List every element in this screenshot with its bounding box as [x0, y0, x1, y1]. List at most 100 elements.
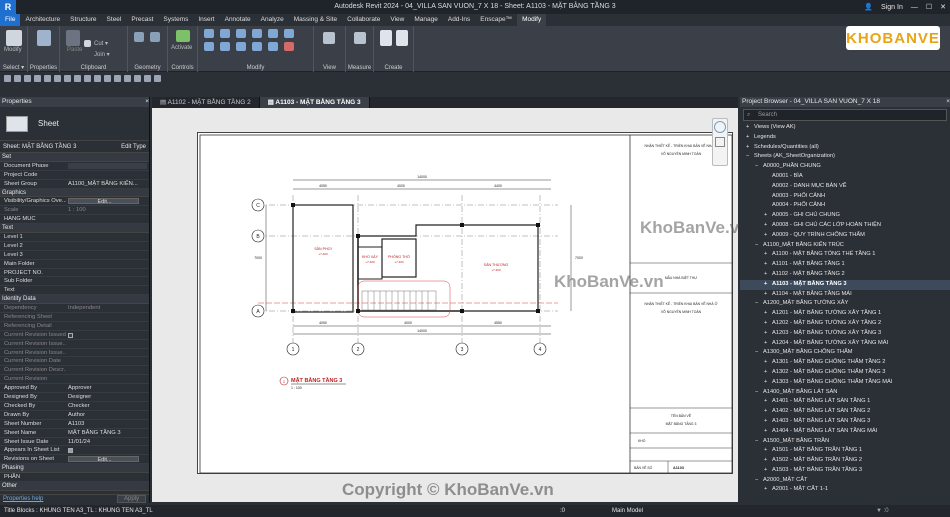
collapse-icon[interactable]: − — [755, 388, 763, 398]
property-value[interactable] — [66, 269, 149, 277]
redo-icon[interactable] — [44, 74, 51, 82]
expand-icon[interactable]: + — [764, 250, 772, 260]
minimize-icon[interactable]: — — [911, 4, 918, 11]
open-icon[interactable] — [4, 74, 11, 82]
expand-icon[interactable]: + — [746, 123, 754, 133]
menu-file[interactable]: File — [0, 14, 21, 26]
paste-icon[interactable] — [66, 30, 80, 46]
property-row[interactable]: Level 3 — [0, 251, 149, 260]
expand-icon[interactable]: + — [764, 368, 772, 378]
browser-item[interactable]: + A1401 - MẶT BẰNG LÁT SÀN TẦNG 1 — [740, 397, 950, 407]
menu-massing-site[interactable]: Massing & Site — [289, 14, 342, 26]
property-row[interactable]: Level 1 — [0, 233, 149, 242]
property-category[interactable]: Other — [0, 481, 149, 491]
modify-cursor-icon[interactable] — [6, 30, 22, 46]
expand-icon[interactable]: + — [764, 231, 772, 241]
browser-item[interactable]: + Schedules/Quantities (all) — [740, 143, 950, 153]
array-icon[interactable] — [236, 42, 246, 51]
menu-steel[interactable]: Steel — [102, 14, 127, 26]
browser-item[interactable]: + A1202 - MẶT BẰNG TƯỜNG XÂY TẦNG 2 — [740, 319, 950, 329]
project-browser-close-icon[interactable]: × — [946, 97, 950, 107]
collapse-icon[interactable]: − — [755, 476, 763, 486]
property-row[interactable]: Text — [0, 286, 149, 296]
filter-icon[interactable]: ▼ :0 — [876, 505, 889, 517]
property-row[interactable]: Document Phase — [0, 162, 149, 171]
3d-view-icon[interactable] — [104, 74, 111, 82]
property-row[interactable]: Current Revision Issued — [0, 331, 149, 340]
browser-item[interactable]: − A2000_MẶT CẮT — [740, 476, 950, 486]
sign-in-link[interactable]: Sign In — [881, 4, 903, 11]
section-icon[interactable] — [114, 74, 121, 82]
property-row[interactable]: Current Revision Date — [0, 357, 149, 367]
menu-collaborate[interactable]: Collaborate — [342, 14, 385, 26]
scale-icon[interactable] — [252, 42, 262, 51]
cope-icon[interactable] — [134, 32, 144, 42]
mirror-icon[interactable] — [236, 29, 246, 38]
menu-view[interactable]: View — [385, 14, 409, 26]
collapse-icon[interactable]: − — [755, 299, 763, 309]
steering-wheel-icon[interactable] — [714, 121, 726, 133]
property-value[interactable]: 1 : 100 — [66, 206, 149, 214]
select-dropdown[interactable]: Select ▾ — [0, 64, 27, 71]
browser-item[interactable]: + A2001 - MẶT CẮT 1-1 — [740, 485, 950, 495]
property-row[interactable]: Scale 1 : 100 — [0, 206, 149, 216]
property-row[interactable]: HANG MUC — [0, 215, 149, 225]
property-row[interactable]: Referencing Sheet — [0, 313, 149, 322]
paste-button[interactable]: Paste — [67, 47, 82, 53]
browser-item[interactable]: + A0009 - QUY TRÌNH CHỐNG THẤM — [740, 231, 950, 241]
activate-button[interactable]: Activate — [171, 45, 192, 51]
expand-icon[interactable]: + — [764, 211, 772, 221]
property-edit-button[interactable]: Edit... — [68, 456, 139, 463]
maximize-icon[interactable]: ☐ — [926, 3, 932, 11]
view-icon[interactable] — [323, 32, 335, 44]
expand-icon[interactable]: + — [764, 427, 772, 437]
property-row[interactable]: Referencing Detail — [0, 322, 149, 331]
browser-item[interactable]: − A1300_MẶT BẰNG CHỐNG THẤM — [740, 348, 950, 358]
type-selector[interactable]: Sheet — [0, 107, 149, 141]
browser-item[interactable]: + A1104 - MẶT BẰNG TẦNG MÁI — [740, 290, 950, 300]
status-model[interactable]: Main Model — [612, 505, 643, 517]
property-value[interactable] — [66, 357, 149, 365]
property-value[interactable] — [66, 322, 149, 330]
property-row[interactable]: Sheet Group A1100_MẶT BẰNG KIẾN... — [0, 180, 149, 189]
browser-item[interactable]: + A1302 - MẶT BẰNG CHỐNG THẤM TẦNG 3 — [740, 368, 950, 378]
property-category[interactable]: Graphics — [0, 188, 149, 198]
property-value[interactable] — [66, 215, 149, 223]
text-icon[interactable] — [94, 74, 101, 82]
property-row[interactable]: Current Revision Descr... — [0, 366, 149, 376]
properties-help-link[interactable]: Properties help — [3, 496, 43, 502]
browser-item[interactable]: A0004 - PHỐI CẢNH — [740, 201, 950, 211]
browser-item[interactable]: + A1404 - MẶT BẰNG LÁT SÀN TẦNG MÁI — [740, 427, 950, 437]
property-edit-button[interactable]: Edit... — [68, 198, 139, 205]
user-icon[interactable]: 👤 — [864, 3, 873, 11]
property-value[interactable]: Independent — [66, 304, 149, 312]
expand-icon[interactable]: + — [764, 407, 772, 417]
property-row[interactable]: Current Revision Issue... — [0, 349, 149, 358]
trim-icon[interactable] — [204, 42, 214, 51]
property-row[interactable]: Checked By Checker — [0, 402, 149, 411]
collapse-icon[interactable]: − — [746, 152, 754, 162]
property-row[interactable]: Sheet Name MẶT BẰNG TẦNG 3 — [0, 429, 149, 438]
property-row[interactable]: Sub Folder — [0, 277, 149, 287]
browser-item[interactable]: − A1200_MẶT BẰNG TƯỜNG XÂY — [740, 299, 950, 309]
property-row[interactable]: PHẦN — [0, 473, 149, 482]
property-value[interactable] — [66, 313, 149, 321]
expand-icon[interactable]: + — [764, 319, 772, 329]
browser-item[interactable]: − A1400_MẶT BẰNG LÁT SÀN — [740, 388, 950, 398]
property-checkbox[interactable] — [68, 332, 73, 338]
print-icon[interactable] — [54, 74, 61, 82]
property-value[interactable]: Checker — [66, 402, 149, 410]
create-group-icon[interactable] — [396, 30, 408, 46]
menu-architecture[interactable]: Architecture — [20, 14, 65, 26]
browser-item[interactable]: + A0005 - GHI CHÚ CHUNG — [740, 211, 950, 221]
browser-item[interactable]: A0003 - PHỐI CẢNH — [740, 192, 950, 202]
scissors-icon[interactable] — [84, 40, 91, 47]
properties-icon[interactable] — [37, 30, 51, 46]
drawing-canvas[interactable]: NHẬN THIẾT KẾ - TRIỂN KHAI BẢN VẼ NHÀ Ở … — [152, 108, 750, 502]
menu-enscape-[interactable]: Enscape™ — [475, 14, 517, 26]
expand-icon[interactable]: + — [764, 466, 772, 476]
browser-item[interactable]: + A1303 - MẶT BẰNG CHỐNG THẤM TẦNG MÁI — [740, 378, 950, 388]
view-tab[interactable]: ▤ A1102 - MẶT BẰNG TẦNG 2 — [152, 97, 260, 108]
menu-modify[interactable]: Modify — [517, 14, 547, 26]
expand-icon[interactable]: + — [764, 358, 772, 368]
